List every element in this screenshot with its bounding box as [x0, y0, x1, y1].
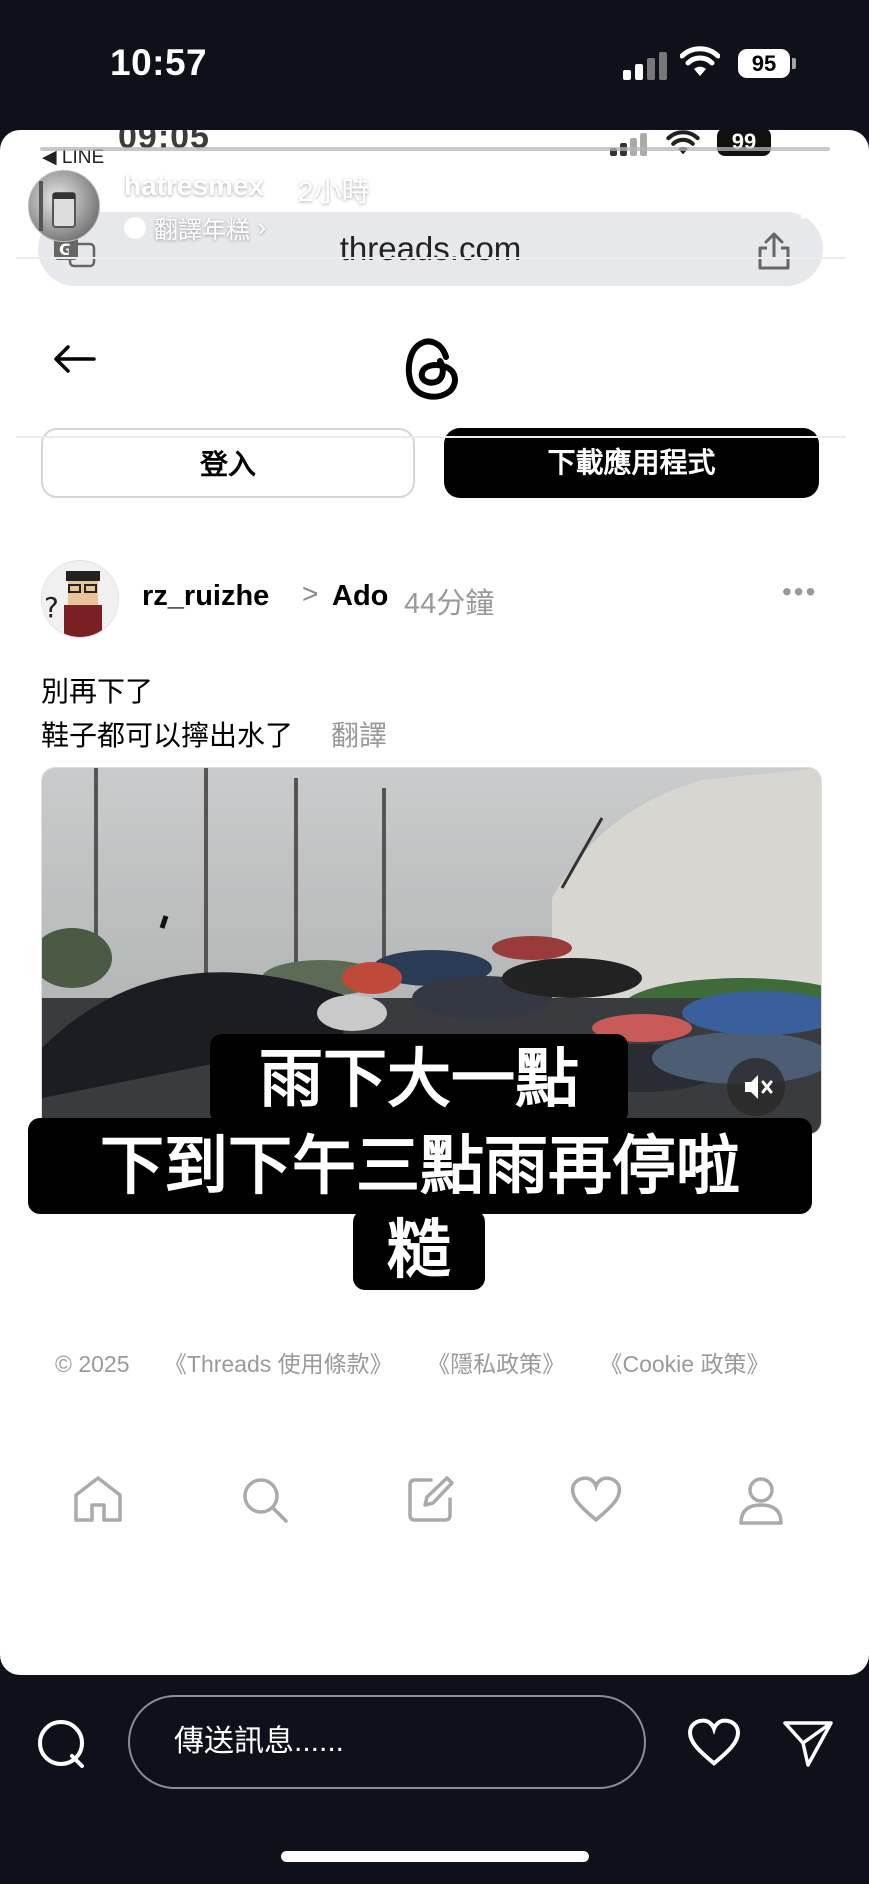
- heart-icon[interactable]: [687, 1718, 741, 1766]
- battery-tip: [792, 58, 796, 69]
- mute-button[interactable]: [727, 1058, 785, 1116]
- post-time: 44分鐘: [404, 588, 495, 620]
- divider: [16, 436, 846, 438]
- status-time: 10:57: [110, 42, 208, 83]
- download-app-button[interactable]: 下載應用程式: [444, 428, 819, 498]
- compose-icon[interactable]: [405, 1475, 455, 1525]
- inner-wifi-icon: [666, 130, 700, 155]
- caption-line-3: 糙: [353, 1210, 485, 1290]
- activity-icon[interactable]: [570, 1475, 622, 1523]
- story-username[interactable]: hatresmex: [124, 170, 264, 202]
- terms-link[interactable]: 《Threads 使用條款》: [164, 1351, 393, 1377]
- story-time: 2小時: [298, 176, 370, 207]
- privacy-link[interactable]: 《隱私政策》: [427, 1351, 565, 1377]
- reply-chevron-icon: >: [302, 578, 319, 609]
- post-more-button[interactable]: •••: [782, 576, 817, 608]
- cellular-signal-icon: [623, 50, 667, 80]
- send-icon[interactable]: [782, 1718, 834, 1768]
- story-avatar[interactable]: [28, 170, 100, 242]
- share-icon[interactable]: [755, 230, 793, 272]
- inner-signal-icon: [610, 132, 650, 156]
- message-input[interactable]: 傳送訊息......: [128, 1695, 646, 1789]
- cookie-link[interactable]: 《Cookie 政策》: [599, 1351, 769, 1377]
- camera-icon[interactable]: [36, 1718, 88, 1770]
- inner-status-time: 09:05: [118, 130, 210, 156]
- story-music-label[interactable]: 翻譯年糕 ›: [124, 210, 266, 245]
- inner-battery: 99: [717, 130, 771, 156]
- profile-icon[interactable]: [736, 1475, 786, 1525]
- back-arrow-icon[interactable]: [52, 343, 96, 375]
- home-indicator[interactable]: [281, 1851, 589, 1862]
- svg-text:?: ?: [44, 591, 59, 624]
- search-icon[interactable]: [240, 1475, 290, 1525]
- post-username[interactable]: rz_ruizhe: [142, 580, 269, 613]
- wifi-icon: [680, 46, 720, 76]
- caption-line-1: 雨下大一點: [210, 1034, 628, 1124]
- translate-link[interactable]: 翻譯: [331, 714, 387, 754]
- battery-indicator: 95: [738, 49, 790, 78]
- music-title: 翻譯年糕: [154, 217, 250, 244]
- login-button[interactable]: 登入: [41, 428, 415, 498]
- divider: [16, 257, 846, 259]
- music-icon: [124, 216, 146, 239]
- post-text-line2: 鞋子都可以擰出水了: [41, 720, 294, 751]
- threads-logo-icon[interactable]: [400, 333, 462, 403]
- reply-to-username[interactable]: Ado: [332, 580, 388, 613]
- chevron-right-icon: ›: [258, 213, 266, 241]
- copyright-text: © 2025: [55, 1351, 130, 1377]
- home-icon[interactable]: [72, 1475, 124, 1523]
- post-text-line1: 別再下了: [41, 676, 154, 707]
- story-progress-bar: [40, 147, 830, 151]
- close-icon[interactable]: [800, 178, 842, 220]
- footer-links: © 2025 《Threads 使用條款》 《隱私政策》 《Cookie 政策》: [55, 1345, 797, 1379]
- story-more-button[interactable]: •••: [716, 170, 761, 209]
- caption-line-2: 下到下午三點雨再停啦: [28, 1118, 812, 1214]
- story-card[interactable]: 09:05 99 ◀ LINE threads.com G hatresmex …: [0, 130, 869, 1675]
- post-avatar[interactable]: ?: [41, 560, 119, 638]
